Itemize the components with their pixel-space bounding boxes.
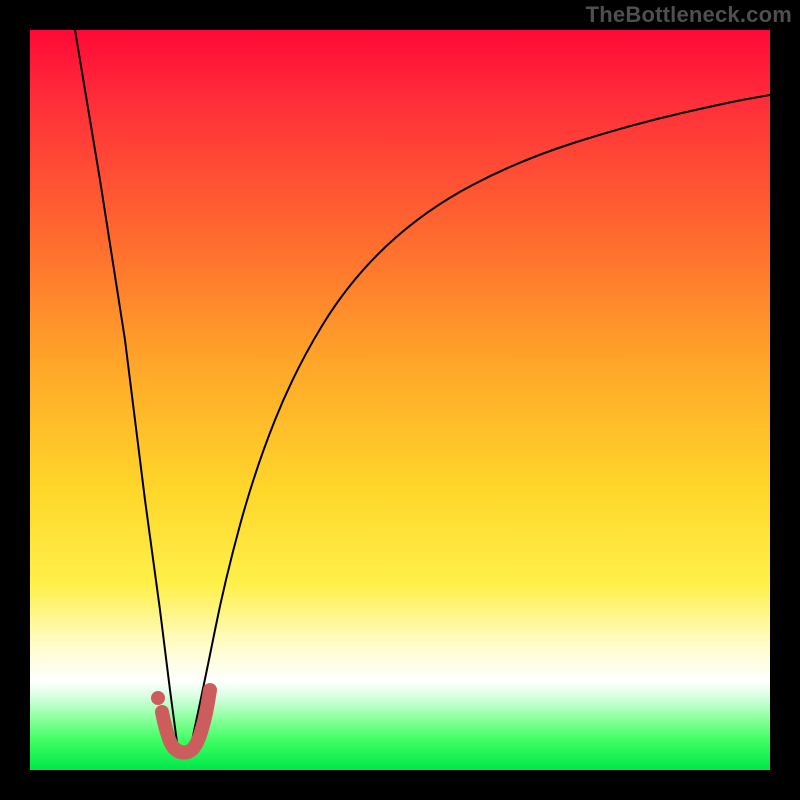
chart-frame: TheBottleneck.com (0, 0, 800, 800)
curve-right-branch (190, 95, 770, 750)
curve-layer (30, 30, 770, 770)
marker-dot (151, 691, 165, 705)
plot-area (30, 30, 770, 770)
curve-left-branch (75, 30, 178, 750)
marker-hook (162, 690, 210, 753)
watermark-text: TheBottleneck.com (586, 2, 792, 28)
